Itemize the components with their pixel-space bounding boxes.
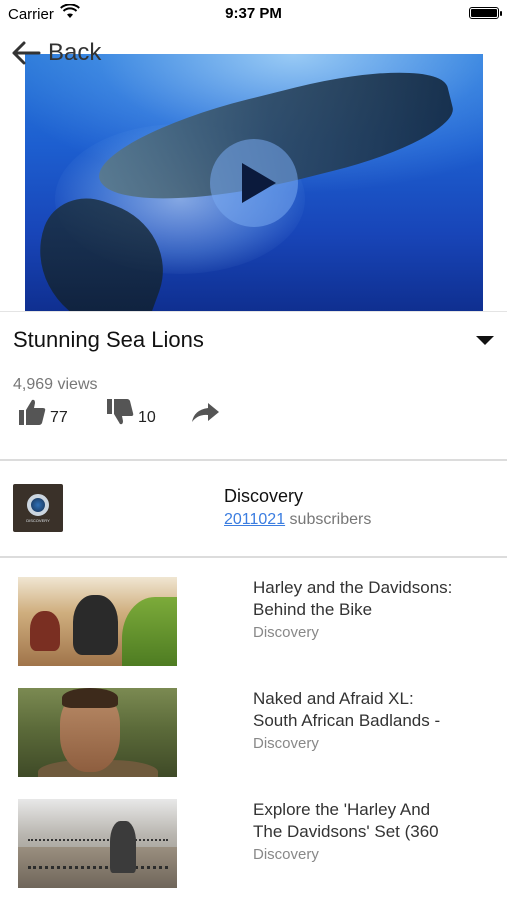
- share-button[interactable]: [190, 402, 220, 424]
- back-button[interactable]: Back: [10, 36, 101, 70]
- back-label: Back: [48, 39, 102, 66]
- related-video-item[interactable]: Explore the 'Harley And The Davidsons' S…: [0, 799, 507, 891]
- divider: [0, 459, 507, 461]
- thumbs-up-icon: [19, 399, 46, 425]
- related-video-title[interactable]: Explore the 'Harley And The Davidsons' S…: [253, 799, 493, 843]
- divider: [0, 556, 507, 558]
- video-title: Stunning Sea Lions: [13, 327, 204, 352]
- dislike-button[interactable]: 10: [105, 398, 156, 426]
- back-arrow-icon: [12, 41, 41, 65]
- related-video-title[interactable]: Naked and Afraid XL: South African Badla…: [253, 688, 493, 732]
- play-icon: [242, 163, 276, 203]
- like-button[interactable]: 77: [17, 398, 68, 426]
- channel-logo-text: DISCOVERY: [26, 518, 50, 523]
- divider: [0, 311, 507, 312]
- discovery-logo-icon: [27, 494, 49, 516]
- play-button[interactable]: [210, 139, 298, 227]
- share-icon: [192, 403, 219, 422]
- status-time: 9:37 PM: [225, 5, 282, 22]
- battery-icon: [469, 7, 502, 19]
- view-count: 4,969 views: [13, 376, 98, 393]
- related-video-channel: Discovery: [253, 735, 319, 752]
- related-video-channel: Discovery: [253, 846, 319, 863]
- like-count: 77: [50, 409, 68, 426]
- expand-description-icon[interactable]: [476, 336, 494, 345]
- dislike-count: 10: [138, 409, 156, 426]
- channel-avatar[interactable]: DISCOVERY: [13, 484, 63, 532]
- related-video-channel: Discovery: [253, 624, 319, 641]
- channel-name[interactable]: Discovery: [224, 486, 303, 507]
- video-player[interactable]: [25, 54, 483, 311]
- related-video-thumbnail[interactable]: [18, 688, 177, 777]
- related-video-item[interactable]: Naked and Afraid XL: South African Badla…: [0, 688, 507, 780]
- status-bar: Carrier 9:37 PM: [0, 0, 507, 28]
- related-video-thumbnail[interactable]: [18, 799, 177, 888]
- subscriber-count[interactable]: 2011021: [224, 511, 285, 528]
- nav-bar: Back: [0, 28, 507, 76]
- related-video-thumbnail[interactable]: [18, 577, 177, 666]
- subscriber-info: 2011021 subscribers: [224, 511, 371, 529]
- thumbs-down-icon: [107, 399, 134, 425]
- related-video-item[interactable]: Harley and the Davidsons: Behind the Bik…: [0, 577, 507, 669]
- subscriber-suffix: subscribers: [285, 511, 372, 528]
- related-video-title[interactable]: Harley and the Davidsons: Behind the Bik…: [253, 577, 493, 621]
